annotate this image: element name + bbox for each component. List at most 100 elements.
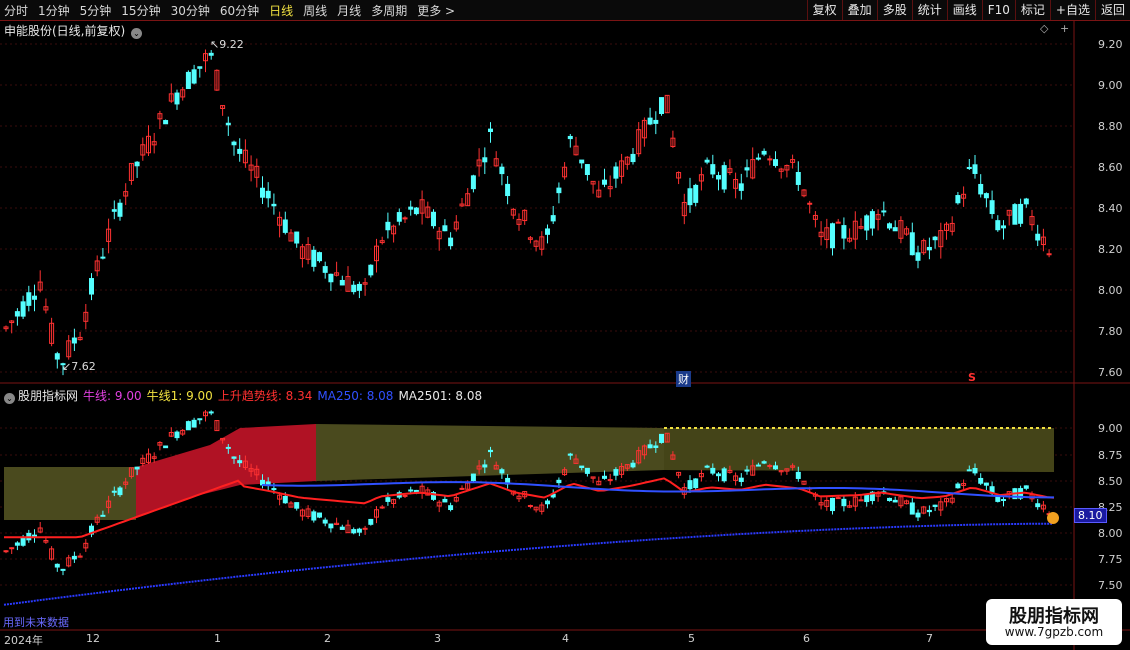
candle-body [431, 211, 436, 227]
candle-body [60, 568, 66, 571]
candle-body [174, 92, 180, 105]
candle-body [225, 446, 231, 449]
candle-body [710, 467, 716, 474]
candle-body [1001, 498, 1006, 501]
candle-body [653, 119, 659, 124]
candle-body [396, 212, 402, 222]
candle-body [716, 473, 721, 477]
candle-body [966, 166, 972, 169]
candle-body [499, 166, 505, 175]
high-price-label: ↖9.22 [210, 38, 244, 51]
indicator-value-ma2501: MA2501: 8.08 [398, 389, 483, 403]
candle-body [356, 528, 362, 533]
kline-chart[interactable] [0, 0, 1130, 650]
candle-body [830, 223, 835, 249]
indicator-value-trend: 上升趋势线: 8.34 [217, 389, 313, 403]
candle-body [482, 464, 488, 468]
chevron-down-icon[interactable]: ⌄ [4, 393, 15, 404]
candle-body [653, 445, 659, 448]
date-label: 2 [324, 632, 331, 645]
candle-body [339, 279, 345, 286]
low-price-label: ↙7.62 [62, 360, 96, 373]
candle-body [966, 469, 972, 472]
candle-body [602, 179, 607, 185]
date-label: 5 [688, 632, 695, 645]
candle-body [773, 159, 778, 166]
candle-body [488, 128, 493, 133]
candle-body [858, 499, 864, 502]
candle-body [197, 418, 203, 421]
price-tick: 8.60 [1098, 161, 1123, 174]
candle-body [322, 519, 328, 524]
candle-body [978, 477, 984, 484]
candle-body [111, 209, 117, 212]
candle-body [721, 468, 727, 482]
candle-body [687, 480, 693, 490]
high-price-value: 9.22 [219, 38, 244, 51]
indicator-tick: 7.50 [1098, 579, 1123, 592]
candle-body [932, 236, 938, 241]
candle-body [505, 183, 511, 197]
candle-body [362, 527, 368, 530]
candle-body [721, 165, 727, 190]
candle-body [584, 164, 590, 176]
candle-body [830, 497, 835, 512]
candle-body [767, 158, 773, 161]
candle-body [887, 497, 892, 502]
candle-body [864, 493, 870, 503]
candle-body [704, 465, 710, 468]
candle-body [755, 464, 761, 467]
candle-body [761, 150, 767, 155]
candle-body [647, 117, 653, 125]
candle-body [926, 509, 932, 513]
candle-body [909, 502, 915, 515]
candle-body [687, 188, 693, 206]
candle-body [761, 461, 767, 464]
indicator-tick: 8.75 [1098, 449, 1123, 462]
sell-signal-marker[interactable]: S [968, 371, 976, 384]
candle-body [271, 488, 277, 491]
watermark-logo: 股朋指标网 www.7gpzb.com [986, 599, 1122, 645]
candle-body [584, 467, 590, 474]
candle-body [54, 563, 60, 568]
ma250-line [261, 481, 1054, 499]
zone-olive [4, 467, 136, 520]
candle-body [134, 161, 140, 167]
candle-body [208, 411, 214, 414]
candle-body [602, 475, 607, 479]
candle-body [322, 266, 328, 273]
candle-body [9, 547, 15, 550]
candle-body [339, 526, 345, 530]
candle-body [488, 449, 493, 453]
indicator-value-ma250: MA250: 8.08 [317, 389, 394, 403]
candle-body [163, 445, 169, 449]
candle-body [835, 497, 841, 500]
candle-body [1046, 253, 1052, 256]
date-label: 6 [803, 632, 810, 645]
date-label: 2024年 [4, 634, 43, 647]
candle-body [117, 487, 123, 496]
candle-body [972, 467, 978, 474]
candle-body [926, 246, 932, 251]
candle-body [379, 506, 385, 509]
candle-body [408, 489, 414, 492]
candle-body [864, 215, 870, 231]
candle-body [260, 187, 265, 198]
candle-body [237, 148, 243, 154]
financial-report-marker[interactable]: 财 [676, 371, 691, 387]
candle-body [71, 555, 77, 560]
candle-body [14, 311, 20, 317]
candle-body [630, 153, 636, 163]
low-price-value: 7.62 [71, 360, 96, 373]
candle-body [20, 537, 26, 546]
candle-body [767, 464, 773, 467]
candle-body [773, 465, 778, 470]
candle-body [499, 469, 505, 474]
candle-body [328, 523, 334, 529]
candle-body [282, 495, 288, 504]
candle-body [955, 195, 961, 204]
date-label: 7 [926, 632, 933, 645]
price-tick: 9.20 [1098, 38, 1123, 51]
candle-body [744, 469, 750, 472]
indicator-name[interactable]: 股朋指标网 [18, 389, 78, 403]
